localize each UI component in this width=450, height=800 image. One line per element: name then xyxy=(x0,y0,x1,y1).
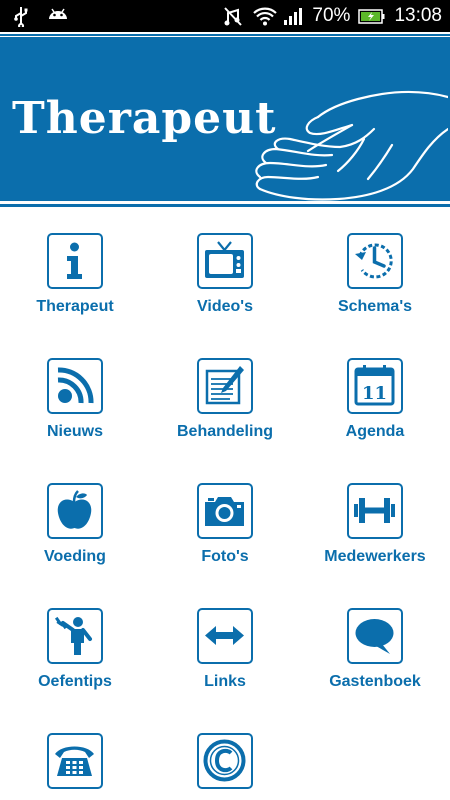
header-top-rule xyxy=(0,34,450,36)
camera-icon xyxy=(197,483,253,539)
app-header: Therapeut xyxy=(0,37,450,201)
speech-bubble-icon xyxy=(347,608,403,664)
menu-item-label: Oefentips xyxy=(38,673,112,690)
notepad-icon xyxy=(197,358,253,414)
battery-charging-icon xyxy=(358,5,386,27)
status-bar: 70% 13:08 xyxy=(0,0,450,32)
menu-item-label: Behandeling xyxy=(176,423,273,440)
menu-item-agenda[interactable]: 11 Agenda xyxy=(300,358,450,458)
menu-item-label: Voeding xyxy=(44,548,106,565)
menu-item-therapeut[interactable]: Therapeut xyxy=(0,233,150,333)
copyright-icon xyxy=(197,733,253,789)
menu-item-schemas[interactable]: Schema's xyxy=(300,233,450,333)
exercise-icon xyxy=(47,608,103,664)
menu-item-label: Gastenboek xyxy=(329,673,421,690)
calendar-icon: 11 xyxy=(347,358,403,414)
menu-item-label: Links xyxy=(204,673,246,690)
apple-icon xyxy=(47,483,103,539)
calendar-day: 11 xyxy=(362,383,387,404)
tv-icon xyxy=(197,233,253,289)
menu-item-voeding[interactable]: Voeding xyxy=(0,483,150,583)
android-icon xyxy=(46,5,68,27)
menu-item-fotos[interactable]: Foto's xyxy=(150,483,300,583)
arrows-icon xyxy=(197,608,253,664)
usb-icon xyxy=(10,5,32,29)
wifi-icon xyxy=(252,5,278,27)
menu-item-label: Schema's xyxy=(337,298,413,315)
menu-item-copyright[interactable] xyxy=(150,733,300,800)
menu-item-videos[interactable]: Video's xyxy=(150,233,300,333)
menu-item-label: Therapeut xyxy=(36,298,114,315)
menu-item-behandeling[interactable]: Behandeling xyxy=(150,358,300,458)
menu-item-medewerkers[interactable]: Medewerkers xyxy=(300,483,450,583)
menu-item-label: Nieuws xyxy=(46,423,103,440)
dumbbell-icon xyxy=(347,483,403,539)
menu-item-telefoon[interactable] xyxy=(0,733,150,800)
battery-percent: 70% xyxy=(312,5,351,26)
clock: 13:08 xyxy=(394,5,442,26)
menu-item-nieuws[interactable]: Nieuws xyxy=(0,358,150,458)
menu-item-gastenboek[interactable]: Gastenboek xyxy=(300,608,450,708)
menu-item-label: Medewerkers xyxy=(324,548,426,565)
hand-icon xyxy=(255,90,448,201)
header-bottom-rule xyxy=(0,204,450,207)
menu-item-label: Foto's xyxy=(201,548,249,565)
info-icon xyxy=(47,233,103,289)
signal-icon xyxy=(282,5,304,27)
telephone-icon xyxy=(47,733,103,789)
menu-item-label: Agenda xyxy=(345,423,405,440)
rss-icon xyxy=(47,358,103,414)
mute-icon xyxy=(222,5,244,27)
clock-icon xyxy=(347,233,403,289)
menu-item-label: Video's xyxy=(197,298,253,315)
menu-item-links[interactable]: Links xyxy=(150,608,300,708)
app-title: Therapeut xyxy=(12,93,277,144)
menu-item-oefentips[interactable]: Oefentips xyxy=(0,608,150,708)
